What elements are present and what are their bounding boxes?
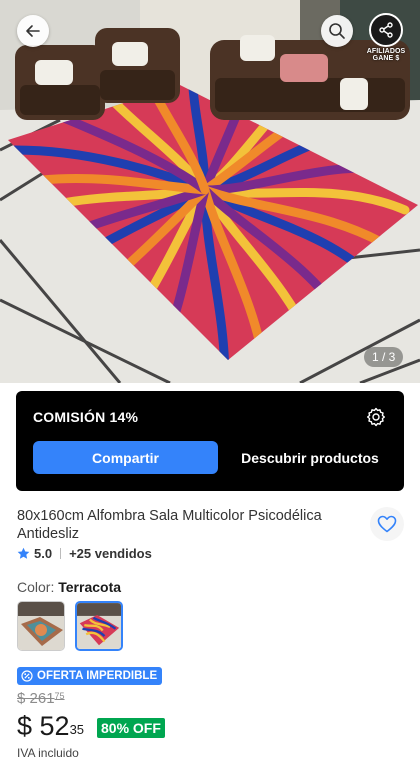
deal-badge-label: OFERTA IMPERDIBLE — [37, 670, 158, 682]
current-price-dec: 35 — [69, 722, 85, 737]
star-icon — [17, 547, 30, 559]
share-icon — [379, 22, 393, 38]
deal-badge: OFERTA IMPERDIBLE — [17, 667, 163, 685]
search-icon — [329, 23, 345, 39]
original-price: $ 26175 — [17, 690, 65, 707]
share-button[interactable]: Compartir — [33, 441, 218, 474]
commission-label: COMISIÓN 14% — [33, 409, 139, 425]
product-title: 80x160cm Alfombra Sala Multicolor Psicod… — [17, 508, 322, 542]
color-value: Terracota — [58, 579, 122, 595]
discover-products-button[interactable]: Descubrir productos — [226, 441, 394, 474]
color-selector-label: Color: Terracota — [17, 579, 121, 595]
affiliate-share-button[interactable]: AFILIADOS GANE $ — [366, 13, 406, 62]
current-price-int: $ 52 — [17, 711, 70, 741]
divider — [60, 547, 62, 559]
heart-icon — [377, 515, 397, 533]
rating-row[interactable]: 5.0 +25 vendidos — [17, 545, 152, 561]
product-image-carousel[interactable]: AFILIADOS GANE $ 1 / 3 — [0, 0, 420, 383]
favorite-button[interactable] — [370, 507, 404, 541]
image-pager: 1 / 3 — [364, 347, 404, 367]
tax-note: IVA incluido — [17, 746, 79, 760]
original-price-int: $ 261 — [17, 690, 55, 707]
search-button[interactable] — [321, 15, 353, 47]
current-price: $ 5235 — [17, 709, 84, 743]
share-caption: AFILIADOS GANE $ — [366, 48, 406, 62]
arrow-left-icon — [26, 25, 40, 37]
original-price-dec: 75 — [54, 691, 65, 701]
rating-score: 5.0 — [34, 545, 53, 561]
back-button[interactable] — [17, 15, 49, 47]
gear-icon[interactable] — [366, 407, 386, 427]
discount-badge: 80% OFF — [97, 718, 165, 738]
color-option-1[interactable] — [17, 601, 65, 651]
deal-icon — [21, 670, 33, 682]
color-thumbnail — [77, 603, 121, 649]
color-label: Color: — [17, 579, 55, 595]
product-photo — [0, 0, 420, 383]
sold-count: +25 vendidos — [69, 545, 152, 561]
color-option-2[interactable] — [75, 601, 123, 651]
color-thumbnail — [18, 602, 64, 650]
affiliate-card: COMISIÓN 14% Compartir Descubrir product… — [16, 391, 404, 491]
